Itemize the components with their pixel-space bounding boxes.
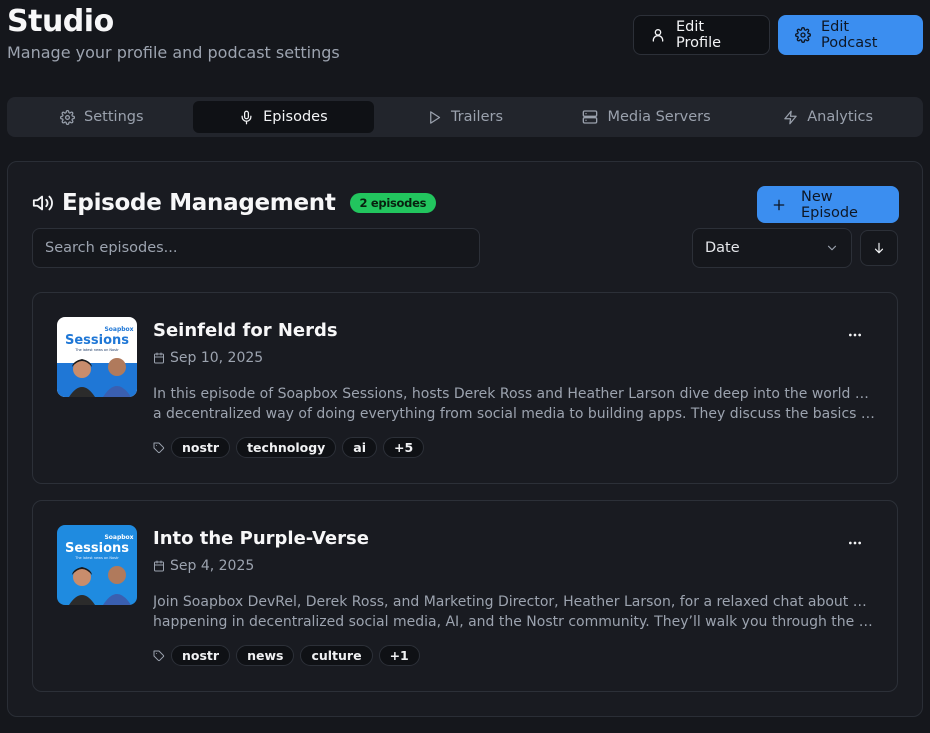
calendar-icon — [153, 352, 165, 364]
svg-text:Sessions: Sessions — [65, 541, 129, 556]
lightning-icon — [783, 110, 798, 125]
episode-management-panel: Episode Management 2 episodes New Episod… — [7, 161, 923, 717]
speaker-icon — [32, 192, 54, 214]
episode-description-line: happening in decentralized social media,… — [153, 614, 877, 630]
episode-card[interactable]: Soapbox Sessions The latest news on Nost… — [32, 500, 898, 692]
tab-label: Trailers — [450, 109, 504, 125]
svg-text:Sessions: Sessions — [65, 333, 129, 348]
tab-bar: Settings Episodes Trailers Media Servers… — [7, 97, 923, 137]
tab-trailers[interactable]: Trailers — [374, 101, 556, 133]
server-icon — [582, 109, 598, 125]
edit-podcast-button[interactable]: Edit Podcast — [778, 15, 923, 55]
episode-description-line: Join Soapbox DevRel, Derek Ross, and Mar… — [153, 594, 877, 610]
episode-description: In this episode of Soapbox Sessions, hos… — [153, 384, 877, 424]
svg-text:Soapbox: Soapbox — [104, 534, 133, 541]
episode-tags: nostr technology ai +5 — [153, 437, 425, 458]
microphone-icon — [239, 110, 254, 125]
page-subtitle: Manage your profile and podcast settings — [7, 43, 340, 62]
tag-icon — [153, 650, 165, 662]
episode-date: Sep 4, 2025 — [153, 558, 254, 574]
episode-title[interactable]: Into the Purple-Verse — [153, 528, 369, 549]
episode-date: Sep 10, 2025 — [153, 350, 263, 366]
calendar-icon — [153, 560, 165, 572]
tag-chip[interactable]: ai — [342, 437, 378, 458]
tab-label: Episodes — [263, 109, 328, 125]
sort-direction-button[interactable] — [860, 230, 898, 266]
new-episode-button[interactable]: New Episode — [757, 186, 899, 223]
panel-header: Episode Management 2 episodes — [32, 190, 437, 216]
tag-chip[interactable]: technology — [236, 437, 337, 458]
episode-title[interactable]: Seinfeld for Nerds — [153, 320, 338, 341]
episode-date-text: Sep 10, 2025 — [170, 350, 264, 366]
more-horizontal-icon — [847, 535, 863, 551]
tab-analytics[interactable]: Analytics — [737, 101, 919, 133]
episode-date-text: Sep 4, 2025 — [170, 558, 255, 574]
edit-profile-button[interactable]: Edit Profile — [633, 15, 770, 55]
more-horizontal-icon — [847, 327, 863, 343]
search-input[interactable] — [32, 228, 480, 268]
tab-label: Settings — [84, 109, 144, 125]
sort-select-value: Date — [705, 240, 740, 256]
episode-description-line: In this episode of Soapbox Sessions, hos… — [153, 386, 877, 402]
svg-text:Soapbox: Soapbox — [104, 326, 133, 333]
tag-chip[interactable]: nostr — [171, 437, 231, 458]
play-icon — [427, 110, 442, 125]
gear-icon — [795, 27, 811, 43]
tag-icon — [153, 442, 165, 454]
tab-settings[interactable]: Settings — [11, 101, 193, 133]
gear-icon — [60, 109, 75, 125]
episode-tags: nostr news culture +1 — [153, 645, 420, 666]
episode-menu-button[interactable] — [837, 321, 873, 349]
svg-text:The latest news on Nostr: The latest news on Nostr — [74, 348, 119, 352]
episode-menu-button[interactable] — [837, 529, 873, 557]
new-episode-label: New Episode — [801, 188, 858, 221]
chevron-down-icon — [825, 241, 839, 255]
more-tags-chip[interactable]: +1 — [378, 645, 420, 666]
tag-chip[interactable]: culture — [300, 645, 373, 666]
tab-label: Media Servers — [607, 109, 711, 125]
episode-card[interactable]: Soapbox Sessions The latest news on Nost… — [32, 292, 898, 484]
tag-chip[interactable]: nostr — [171, 645, 231, 666]
page-title: Studio — [7, 4, 114, 39]
svg-text:The latest news on Nostr: The latest news on Nostr — [74, 556, 119, 560]
tab-label: Analytics — [807, 109, 874, 125]
more-tags-chip[interactable]: +5 — [383, 437, 425, 458]
episode-description: Join Soapbox DevRel, Derek Ross, and Mar… — [153, 592, 877, 632]
panel-title: Episode Management — [62, 190, 336, 216]
arrow-down-icon — [872, 241, 886, 255]
plus-icon — [771, 197, 787, 213]
episode-thumbnail: Soapbox Sessions The latest news on Nost… — [57, 317, 137, 397]
tab-episodes[interactable]: Episodes — [192, 101, 375, 133]
edit-profile-label: Edit Profile — [676, 19, 722, 51]
episode-description-line: a decentralized way of doing everything … — [153, 406, 877, 422]
sort-select[interactable]: Date — [692, 228, 852, 268]
tab-media-servers[interactable]: Media Servers — [556, 101, 738, 133]
episode-count-badge: 2 episodes — [349, 193, 437, 213]
tag-chip[interactable]: news — [236, 645, 295, 666]
episode-thumbnail: Soapbox Sessions The latest news on Nost… — [57, 525, 137, 605]
edit-podcast-label: Edit Podcast — [821, 19, 878, 51]
user-icon — [650, 27, 666, 43]
